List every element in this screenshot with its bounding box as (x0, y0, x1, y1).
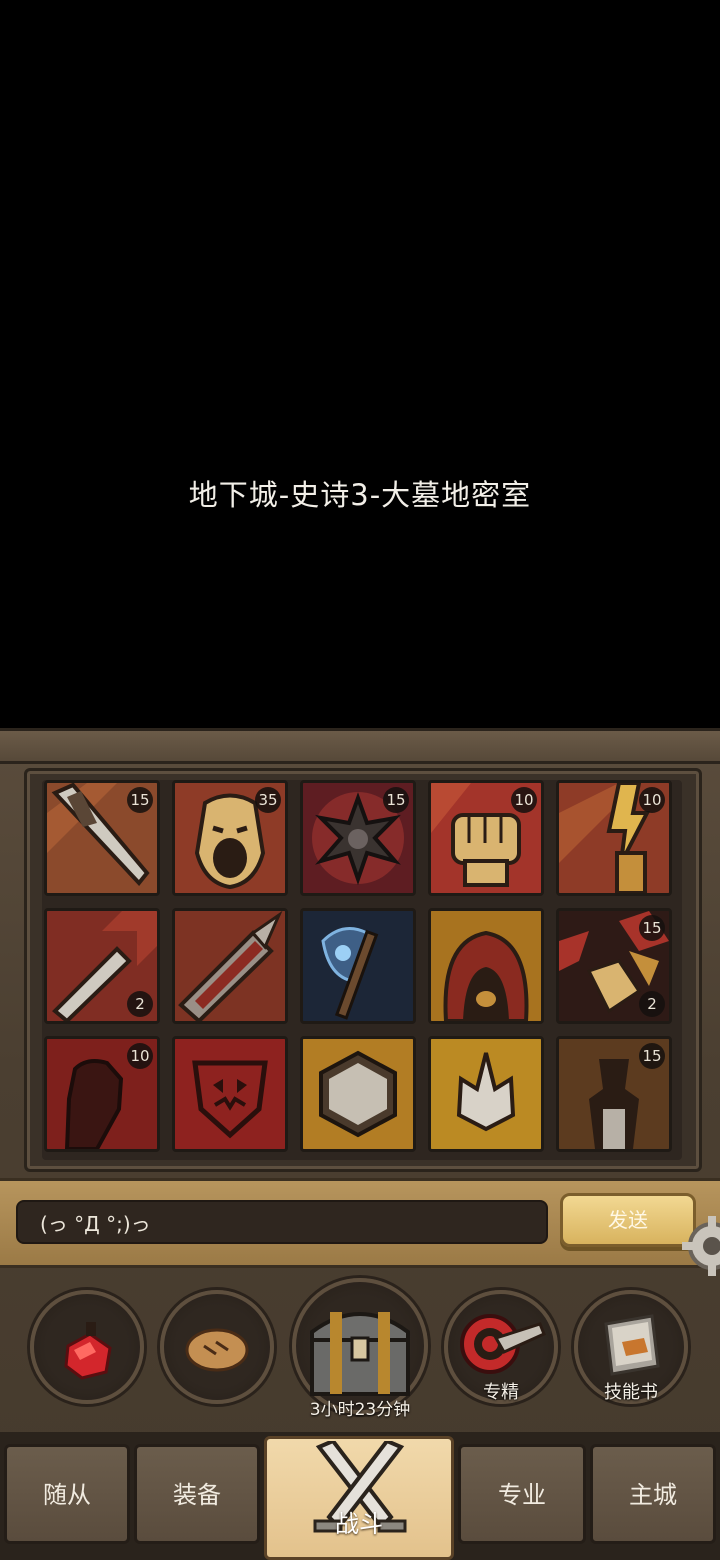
skill-count: 15 (639, 1043, 665, 1069)
hood-icon (431, 911, 541, 1021)
skill-slot[interactable] (300, 908, 416, 1024)
war-banner-icon (175, 1039, 285, 1149)
crown-spike-icon (431, 1039, 541, 1149)
bread-button[interactable] (160, 1290, 274, 1404)
skill-count: 10 (127, 1043, 153, 1069)
skill-count: 35 (255, 787, 281, 813)
battle-scene: 地下城-史诗3-大墓地密室 (0, 0, 720, 735)
tab-followers[interactable]: 随从 (4, 1444, 130, 1544)
tab-main-city[interactable]: 主城 (590, 1444, 716, 1544)
dungeon-title: 地下城-史诗3-大墓地密室 (188, 478, 532, 512)
skill-slot[interactable] (172, 1036, 288, 1152)
specialization-label: 专精 (483, 1382, 519, 1403)
panel-rim (0, 728, 720, 764)
skill-slot[interactable]: 35 (172, 780, 288, 896)
skillbook-label: 技能书 (604, 1382, 658, 1403)
chest-timer: 3小时23分钟 (309, 1400, 411, 1420)
skill-slot[interactable]: 15 (556, 1036, 672, 1152)
skill-slot[interactable]: 15 (44, 780, 160, 896)
chat-input[interactable]: (っ °Д °;)っ (16, 1200, 548, 1244)
skill-count: 15 (639, 915, 665, 941)
potion-button[interactable] (30, 1290, 144, 1404)
gear-icon[interactable] (680, 1214, 720, 1278)
tab-label: 专业 (498, 1481, 546, 1509)
tab-label: 战斗 (335, 1510, 383, 1538)
greatsword-icon (175, 911, 285, 1021)
skill-slot[interactable] (428, 908, 544, 1024)
skill-grid: 15 35 15 10 10 2 15 2 10 15 (42, 780, 682, 1160)
skill-slot[interactable] (172, 908, 288, 1024)
skill-slot[interactable]: 15 (300, 780, 416, 896)
skill-slot[interactable]: 15 2 (556, 908, 672, 1024)
skill-slot[interactable]: 10 (428, 780, 544, 896)
shield-hexagon-icon (303, 1039, 413, 1149)
skill-slot[interactable]: 10 (44, 1036, 160, 1152)
skill-count: 10 (511, 787, 537, 813)
skill-slot[interactable]: 2 (44, 908, 160, 1024)
tab-battle[interactable]: 战斗 (264, 1436, 454, 1560)
chest-button[interactable] (292, 1278, 428, 1414)
skill-count: 10 (639, 787, 665, 813)
send-button[interactable]: 发送 (560, 1193, 696, 1247)
skill-slot[interactable] (428, 1036, 544, 1152)
treasure-chest-icon (310, 1312, 410, 1396)
frost-axe-icon (303, 911, 413, 1021)
skill-count-secondary: 2 (639, 991, 665, 1017)
skill-slot[interactable] (300, 1036, 416, 1152)
tab-label: 主城 (629, 1481, 677, 1509)
tab-profession[interactable]: 专业 (458, 1444, 586, 1544)
bread-icon (185, 1328, 249, 1372)
skill-slot[interactable]: 10 (556, 780, 672, 896)
tab-equipment[interactable]: 装备 (134, 1444, 260, 1544)
skill-count: 15 (383, 787, 409, 813)
skill-count: 15 (127, 787, 153, 813)
tab-label: 随从 (43, 1481, 91, 1509)
tab-label: 装备 (173, 1481, 221, 1509)
red-potion-icon (64, 1322, 112, 1380)
skill-count: 2 (127, 991, 153, 1017)
